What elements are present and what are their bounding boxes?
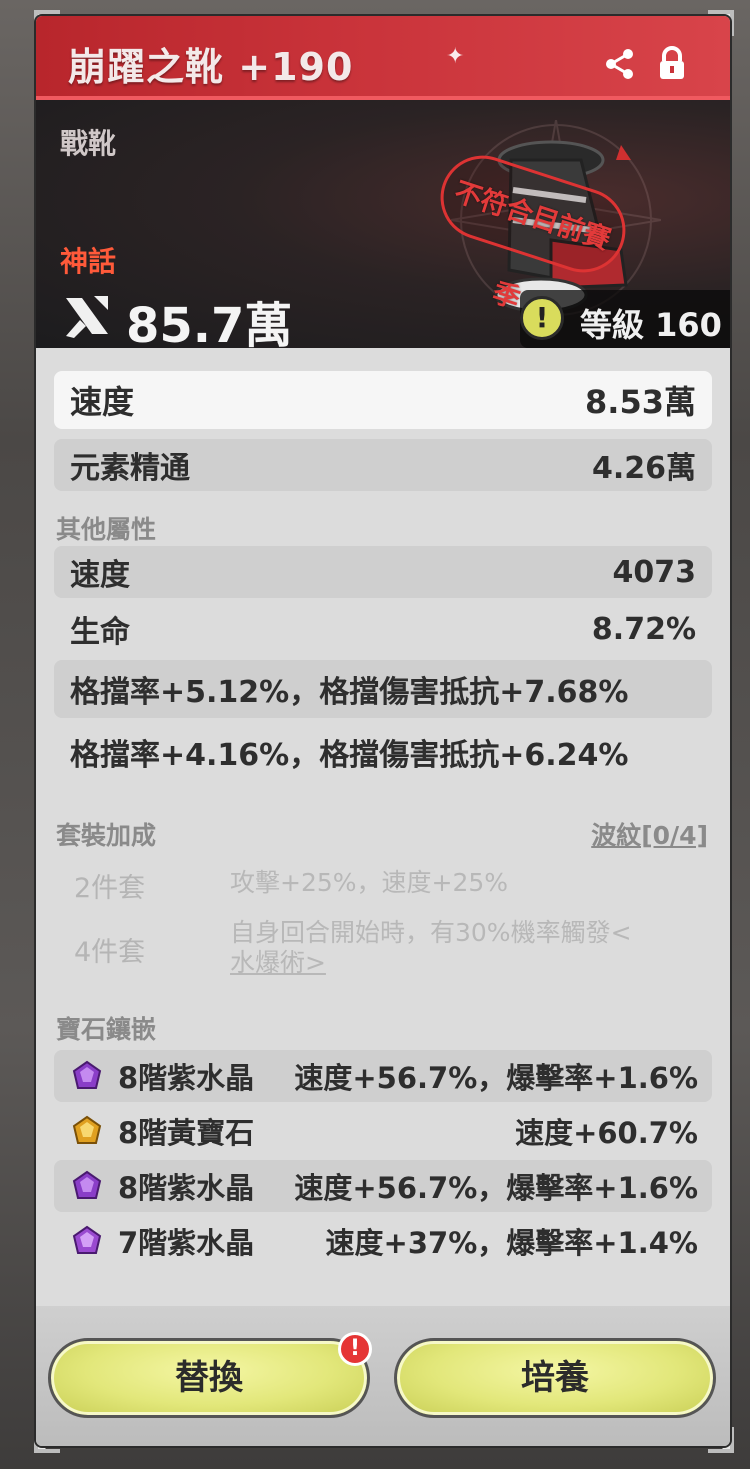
rarity-label: 神話: [60, 245, 117, 278]
main-stat-row: 速度 8.53萬: [54, 371, 712, 429]
combat-power-icon: [66, 296, 108, 338]
item-hero-panel: 戰靴 神話 85.7萬 不符合目前賽季 ! 等級 160: [36, 100, 730, 354]
gem-value: 速度+56.7%，爆擊率+1.6%: [294, 1171, 698, 1205]
stat-label: 格擋率+5.12%，格擋傷害抵抗+7.68%: [70, 675, 629, 710]
set-tier-desc: 攻擊+25%，速度+25%: [230, 868, 509, 897]
set-tier-desc: 自身回合開始時，有30%機率觸發< 水爆術>: [230, 918, 690, 978]
item-header: 崩躍之靴 +190 ✦: [36, 16, 730, 100]
stat-value: 8.53萬: [585, 383, 696, 421]
gem-row: 8階黃寶石 速度+60.7%: [54, 1105, 712, 1157]
sub-stat-row: 速度 4073: [54, 546, 712, 598]
warning-icon[interactable]: !: [520, 296, 564, 340]
other-stats-title: 其他屬性: [56, 515, 157, 544]
stat-label: 速度: [70, 383, 135, 421]
gem-name: 8階紫水晶: [118, 1061, 255, 1095]
stat-label: 速度: [70, 558, 130, 593]
sub-stat-row: 生命 8.72%: [54, 603, 712, 655]
topaz-gem-icon: [72, 1115, 102, 1144]
sub-stat-row: 格擋率+5.12%，格擋傷害抵抗+7.68%: [54, 660, 712, 718]
cultivate-button[interactable]: 培養: [394, 1338, 716, 1418]
lock-icon[interactable]: [654, 46, 690, 82]
gem-inlay-title: 寶石鑲嵌: [56, 1015, 157, 1044]
gem-name: 8階紫水晶: [118, 1171, 255, 1205]
gem-value: 速度+37%，爆擊率+1.4%: [325, 1226, 698, 1260]
gem-name: 8階黃寶石: [118, 1116, 255, 1150]
alert-badge-icon: !: [338, 1332, 372, 1366]
amethyst-gem-icon: [72, 1225, 102, 1254]
set-tier-pieces: 2件套: [74, 873, 146, 904]
item-slot-label: 戰靴: [60, 127, 117, 160]
gem-list: 8階紫水晶 速度+56.7%，爆擊率+1.6% 8階黃寶石 速度+60.7% 8…: [54, 1050, 712, 1270]
stat-label: 生命: [70, 615, 130, 650]
item-title: 崩躍之靴 +190: [68, 45, 354, 89]
gem-row: 7階紫水晶 速度+37%，爆擊率+1.4%: [54, 1215, 712, 1267]
gem-row: 8階紫水晶 速度+56.7%，爆擊率+1.6%: [54, 1050, 712, 1102]
set-bonus-title: 套裝加成: [56, 821, 157, 850]
gem-value: 速度+60.7%: [515, 1116, 698, 1150]
gem-row: 8階紫水晶 速度+56.7%，爆擊率+1.6%: [54, 1160, 712, 1212]
amethyst-gem-icon: [72, 1060, 102, 1089]
level-box: ! 等級 160: [520, 290, 730, 348]
sparkle-icon: ✦: [446, 44, 465, 69]
equipment-detail-card: 崩躍之靴 +190 ✦ 戰靴 神話 85.7萬 不符合目前賽季 ! 等級 160…: [36, 16, 730, 1446]
main-stats: 速度 8.53萬 元素精通 4.26萬: [54, 371, 712, 501]
replace-button[interactable]: 替換: [48, 1338, 370, 1418]
gem-value: 速度+56.7%，爆擊率+1.6%: [294, 1061, 698, 1095]
combat-power-value: 85.7萬: [126, 298, 293, 354]
share-icon[interactable]: [602, 46, 638, 82]
other-stats: 速度 4073 生命 8.72% 格擋率+5.12%，格擋傷害抵抗+7.68% …: [54, 546, 712, 786]
stat-label: 格擋率+4.16%，格擋傷害抵抗+6.24%: [70, 738, 629, 773]
stat-label: 元素精通: [70, 451, 190, 486]
main-stat-row: 元素精通 4.26萬: [54, 439, 712, 491]
gem-name: 7階紫水晶: [118, 1226, 255, 1260]
set-tier-desc-link[interactable]: 水爆術>: [230, 948, 690, 978]
stat-value: 8.72%: [591, 611, 696, 647]
stat-value: 4.26萬: [591, 451, 696, 486]
item-level: 等級 160: [580, 306, 722, 344]
set-tier-desc-line: 自身回合開始時，有30%機率觸發<: [230, 918, 632, 947]
stat-value: 4073: [612, 554, 697, 590]
set-tier-pieces: 4件套: [74, 937, 146, 968]
set-name-link[interactable]: 波紋[0/4]: [591, 816, 708, 852]
amethyst-gem-icon: [72, 1170, 102, 1199]
sub-stat-row: 格擋率+4.16%，格擋傷害抵抗+6.24%: [54, 723, 712, 781]
